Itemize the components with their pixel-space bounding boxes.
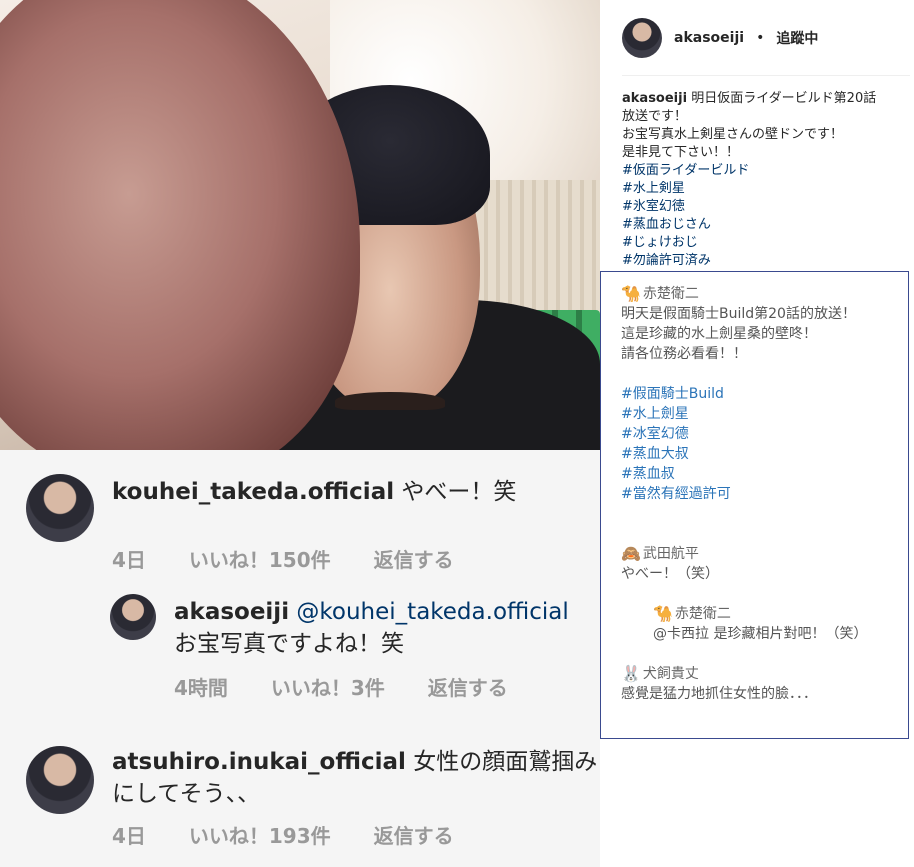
comment-text: kouhei_takeda.official やべー！笑 — [112, 476, 592, 508]
translation-comment-text: やべー！（笑） — [621, 566, 719, 582]
comment-time[interactable]: 4時間 — [174, 676, 228, 700]
divider — [622, 75, 910, 76]
avatar[interactable] — [622, 18, 662, 58]
comment-likes[interactable]: いいね！193件 — [189, 824, 331, 848]
translation-box: 🐪 赤楚衛二 明天是假面騎士Build第20話的放送！ 這是珍藏的水上劍星桑的壁… — [600, 271, 909, 739]
translation-comment-text: 感覺是猛力地抓住女性的臉．．． — [621, 686, 817, 702]
translation-hashtag: #蒸血大叔 — [621, 446, 689, 462]
translation-comment-author: 🐪 赤楚衛二 — [653, 604, 888, 624]
caption-line: 是非見て下さい！！ — [622, 145, 740, 160]
avatar[interactable] — [26, 746, 94, 814]
rabbit-icon: 🐰 — [621, 664, 641, 683]
comment-list: kouhei_takeda.official やべー！笑 4日 いいね！150件… — [0, 450, 600, 867]
caption-username[interactable]: akasoeiji — [622, 91, 687, 106]
comment-meta: 4日 いいね！150件 返信する — [112, 544, 490, 573]
translation-comment-text: @卡西拉 是珍藏相片對吧！（笑） — [653, 626, 868, 642]
mention-link[interactable]: @kouhei_takeda.official — [296, 599, 568, 625]
post-photo[interactable] — [0, 0, 600, 450]
photo-hand — [0, 0, 360, 450]
separator-dot: • — [756, 30, 765, 46]
hashtag-link[interactable]: #勿論許可済み — [622, 252, 910, 270]
caption-line: お宝写真水上剣星さんの壁ドンです！ — [622, 127, 844, 142]
comment-text: akasoeiji @kouhei_takeda.official お宝写真です… — [174, 596, 594, 660]
comment-text: atsuhiro.inukai_official 女性の顔面鷲掴み にしてそう、… — [112, 746, 602, 810]
post-username[interactable]: akasoeiji — [674, 30, 744, 46]
translation-line: 明天是假面騎士Build第20話的放送！ — [621, 306, 856, 322]
caption-line: 放送です！ — [622, 109, 688, 124]
post-caption: akasoeiji 明日仮面ライダービルド第20話 放送です！ お宝写真水上剣星… — [622, 90, 910, 270]
translation-hashtag: #冰室幻德 — [621, 426, 689, 442]
author-name: 犬飼貴丈 — [642, 666, 699, 682]
post-header: akasoeiji • 追蹤中 — [622, 18, 818, 58]
reply-button[interactable]: 返信する — [374, 548, 454, 572]
comment-meta: 4日 いいね！193件 返信する — [112, 820, 490, 849]
hashtag-link[interactable]: #氷室幻徳 — [622, 198, 910, 216]
hashtag-link[interactable]: #水上剣星 — [622, 180, 910, 198]
avatar[interactable] — [110, 594, 156, 640]
translation-reply: 🐪 赤楚衛二 @卡西拉 是珍藏相片對吧！（笑） — [621, 604, 888, 644]
translation-line: 請各位務必看看！！ — [621, 346, 747, 362]
comment-likes[interactable]: いいね！150件 — [189, 548, 331, 572]
comment-username[interactable]: akasoeiji — [174, 599, 289, 625]
translation-line: 這是珍藏的水上劍星桑的壁咚！ — [621, 326, 817, 342]
translation-hashtag: #蒸血叔 — [621, 466, 675, 482]
comment-meta: 4時間 いいね！3件 返信する — [174, 672, 544, 701]
translation-comment-author: 🐰 犬飼貴丈 — [621, 664, 888, 684]
author-name: 赤楚衛二 — [674, 606, 731, 622]
author-name: 武田航平 — [642, 546, 699, 562]
comment-username[interactable]: atsuhiro.inukai_official — [112, 749, 406, 775]
comment-body: にしてそう、、 — [112, 781, 261, 807]
author-name: 赤楚衛二 — [642, 286, 699, 302]
comment-body: お宝写真ですよね！笑 — [174, 631, 404, 657]
photo-mustache — [335, 392, 445, 410]
comment-time[interactable]: 4日 — [112, 548, 146, 572]
comment-body: 女性の顔面鷲掴み — [413, 749, 598, 775]
hashtag-link[interactable]: #仮面ライダービルド — [622, 162, 910, 180]
comment-likes[interactable]: いいね！3件 — [271, 676, 385, 700]
translation-hashtag: #當然有經過許可 — [621, 486, 731, 502]
reply-button[interactable]: 返信する — [374, 824, 454, 848]
comment-time[interactable]: 4日 — [112, 824, 146, 848]
avatar[interactable] — [26, 474, 94, 542]
caption-line: 明日仮面ライダービルド第20話 — [691, 91, 877, 106]
translation-hashtag: #假面騎士Build — [621, 386, 724, 402]
translation-comment-author: 🙈 武田航平 — [621, 544, 888, 564]
hashtag-link[interactable]: #蒸血おじさん — [622, 216, 910, 234]
translation-author: 🐪 赤楚衛二 — [621, 284, 888, 304]
comment-username[interactable]: kouhei_takeda.official — [112, 479, 394, 505]
reply-button[interactable]: 返信する — [428, 676, 508, 700]
camel-icon: 🐪 — [621, 284, 641, 303]
hashtag-link[interactable]: #じょけおじ — [622, 234, 910, 252]
translation-hashtag: #水上劍星 — [621, 406, 689, 422]
monkey-icon: 🙈 — [621, 544, 641, 563]
following-button[interactable]: 追蹤中 — [776, 28, 818, 48]
camel-icon: 🐪 — [653, 604, 673, 623]
comment-body: やべー！笑 — [401, 479, 517, 505]
